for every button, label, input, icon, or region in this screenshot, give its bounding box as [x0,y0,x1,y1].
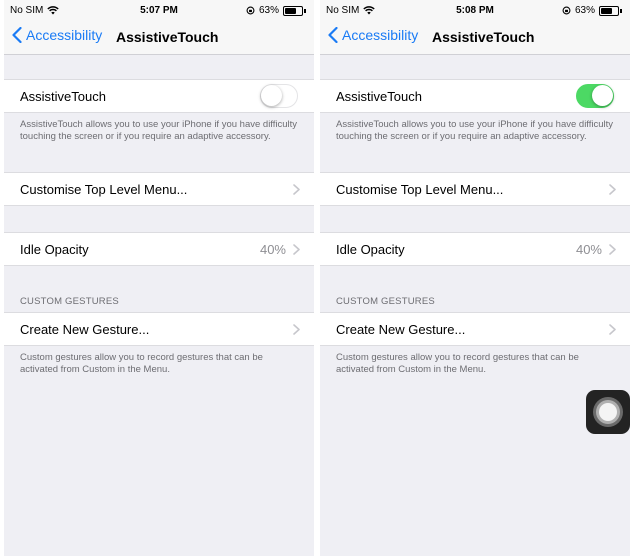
chevron-right-icon [293,244,300,255]
custom-gestures-description: Custom gestures allow you to record gest… [336,352,579,375]
status-bar: No SIM 5:07 PM 63% [4,0,314,20]
create-gesture-label: Create New Gesture... [20,322,150,337]
create-gesture-row[interactable]: Create New Gesture... [320,312,630,346]
page-title: AssistiveTouch [116,29,219,45]
orientation-lock-icon [246,6,255,15]
chevron-right-icon [293,324,300,335]
assistivetouch-row: AssistiveTouch [4,79,314,113]
idle-opacity-row[interactable]: Idle Opacity 40% [4,232,314,266]
customise-menu-row[interactable]: Customise Top Level Menu... [320,172,630,206]
assistive-touch-icon[interactable] [586,390,630,434]
orientation-lock-icon [562,6,571,15]
back-button[interactable]: Accessibility [328,27,418,43]
create-gesture-label: Create New Gesture... [336,322,466,337]
assistivetouch-description: AssistiveTouch allows you to use your iP… [336,119,614,142]
idle-opacity-label: Idle Opacity [20,242,89,257]
customise-menu-label: Customise Top Level Menu... [336,182,504,197]
back-button-label: Accessibility [26,27,103,43]
battery-percent: 63% [258,5,279,16]
idle-opacity-value: 40% [575,242,602,257]
customise-menu-label: Customise Top Level Menu... [20,182,188,197]
assistivetouch-toggle[interactable] [260,84,298,108]
battery-percent: 63% [574,5,595,16]
assistivetouch-description: AssistiveTouch allows you to use your iP… [20,119,298,142]
chevron-right-icon [293,184,300,195]
customise-menu-row[interactable]: Customise Top Level Menu... [4,172,314,206]
page-title: AssistiveTouch [432,29,535,45]
navigation-bar: Accessibility AssistiveTouch [4,20,314,55]
idle-opacity-row[interactable]: Idle Opacity 40% [320,232,630,266]
chevron-right-icon [609,244,616,255]
idle-opacity-label: Idle Opacity [336,242,405,257]
idle-opacity-value: 40% [259,242,286,257]
custom-gestures-header: CUSTOM GESTURES [336,296,435,307]
screen-after: No SIM 5:08 PM 63% Accessibility Assisti… [320,0,630,556]
assistivetouch-label: AssistiveTouch [336,89,422,104]
back-button[interactable]: Accessibility [12,27,102,43]
battery-icon [599,5,619,16]
chevron-right-icon [609,324,616,335]
status-bar: No SIM 5:08 PM 63% [320,0,630,20]
custom-gestures-description: Custom gestures allow you to record gest… [20,352,263,375]
custom-gestures-header: CUSTOM GESTURES [20,296,119,307]
create-gesture-row[interactable]: Create New Gesture... [4,312,314,346]
assistivetouch-row: AssistiveTouch [320,79,630,113]
battery-icon [283,5,303,16]
chevron-left-icon [12,27,22,43]
assistivetouch-toggle[interactable] [576,84,614,108]
assistivetouch-label: AssistiveTouch [20,89,106,104]
chevron-right-icon [609,184,616,195]
chevron-left-icon [328,27,338,43]
screen-before: No SIM 5:07 PM 63% Accessibility Assisti… [4,0,314,556]
navigation-bar: Accessibility AssistiveTouch [320,20,630,55]
back-button-label: Accessibility [342,27,419,43]
